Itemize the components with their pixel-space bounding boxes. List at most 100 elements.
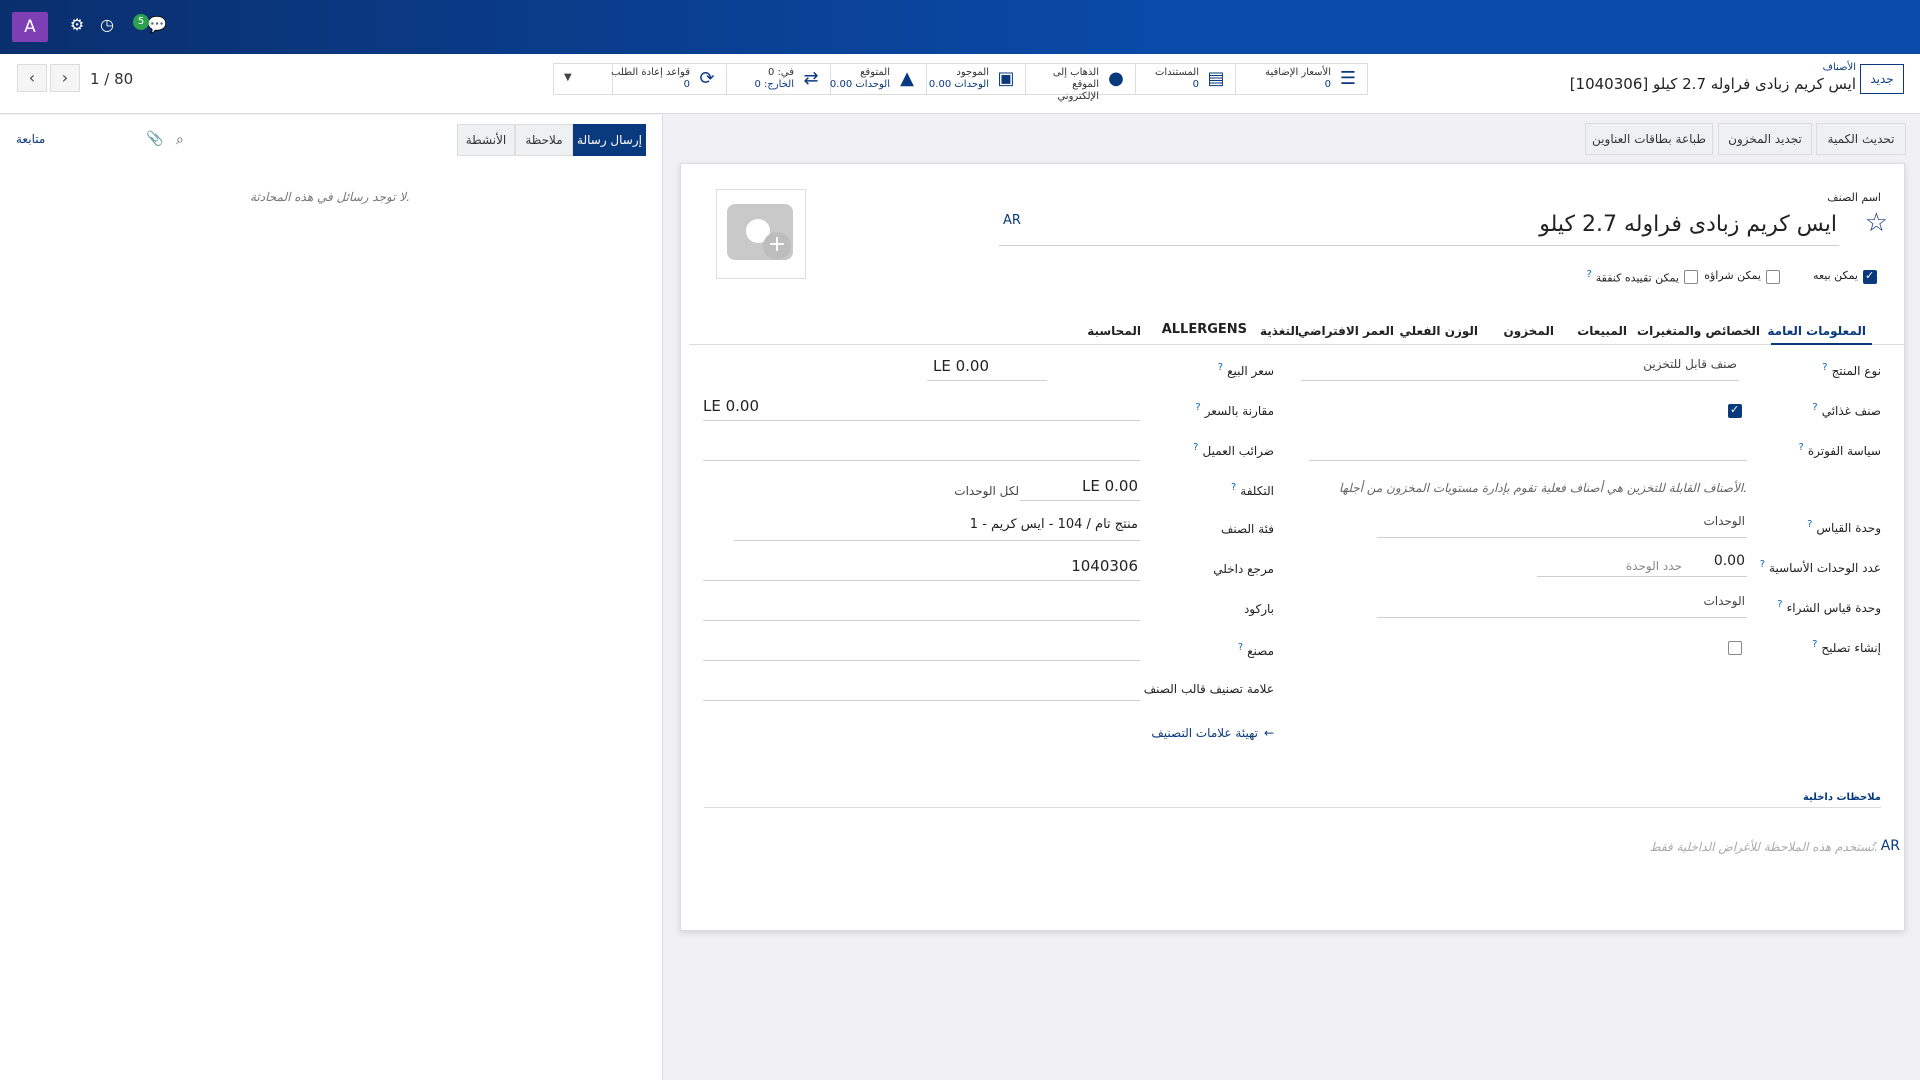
compare-price-field[interactable]: LE 0.00 [703,397,1140,421]
send-message-button[interactable]: إرسال رسالة [573,124,646,156]
stat-go-to-website[interactable]: ● الذهاب إلى الموقع الإلكتروني [1025,64,1135,102]
internal-notes-field[interactable]: تُستخدم هذه الملاحظة للأغراض الداخلية فق… [1649,840,1878,854]
list-icon: ☰ [1339,68,1357,89]
tab-nutrition[interactable]: التغذية [1260,324,1299,338]
uom-field[interactable]: الوحدات [1377,514,1747,538]
base-units-label: ? عدد الوحدات الأساسية [1759,559,1881,575]
pager-prev-button[interactable]: ‹ [17,64,47,92]
food-item-checkbox[interactable] [1728,403,1742,418]
invoice-policy-label: ? سياسة الفوترة [1798,442,1881,458]
create-repair-checkbox[interactable] [1728,641,1742,655]
product-name-lang-button[interactable]: AR [1003,213,1021,228]
search-icon[interactable]: ⌕ [176,132,184,148]
sale-price-label: ? سعر البيع [1217,362,1274,378]
activities-button[interactable]: الأنشطة [457,124,515,156]
paperclip-icon[interactable]: 📎 [146,131,163,147]
breadcrumb-current: [1040306] ايس كريم زبادى فراوله 2.7 كيلو [1569,75,1856,93]
cost-label: ? التكلفة [1230,482,1274,498]
globe-icon: ● [1108,68,1124,89]
template-tags-label: علامة تصنيف قالب الصنف [1143,682,1274,696]
tab-accounting[interactable]: المحاسبة [1087,324,1141,338]
log-note-button[interactable]: ملاحظة [515,124,573,156]
sale-price-field[interactable]: LE 0.00 [927,357,1047,381]
chatter-panel: إرسال رسالة ملاحظة الأنشطة ⌕ 📎 متابعة لا… [0,115,663,1080]
create-repair-label: ? إنشاء تصليح [1812,639,1881,655]
stat-forecasted[interactable]: ▲ المتوقع 0.00 الوحدات [830,64,926,94]
breadcrumb: الأصناف [1040306] ايس كريم زبادى فراوله … [1570,62,1856,93]
barcode-field[interactable] [703,597,1140,621]
stat-documents[interactable]: ▤ المستندات 0 [1135,64,1235,94]
clock-icon[interactable]: ◷ [96,14,118,36]
configure-tags-link[interactable]: تهيئة علامات التصنيف ← [1151,726,1274,740]
purchase-uom-field[interactable]: الوحدات [1377,594,1747,618]
stat-dropdown-button[interactable]: ▼ [554,64,612,94]
stat-reorder-rules[interactable]: ⟳ قواعد إعادة الطلب 0 [611,64,726,94]
refresh-icon: ⟳ [699,68,715,89]
breadcrumb-parent[interactable]: الأصناف [1570,62,1856,73]
arrow-left-icon: ← [1263,726,1274,740]
food-item-label: ? صنف غذائي [1812,402,1881,418]
pager-next-button[interactable]: › [50,64,80,92]
update-quantity-button[interactable]: تحديث الكمية [1816,123,1906,155]
template-tags-field[interactable] [703,677,1140,701]
pager-value[interactable]: 1 / 80 [90,70,133,88]
manufacturer-label: ? مصنع [1237,642,1274,658]
notes-lang-button[interactable]: AR [1881,838,1900,854]
invoice-policy-field[interactable] [1309,437,1747,461]
can-sell-checkbox[interactable] [1863,269,1877,284]
category-field[interactable]: 1 - منتج تام / 104 - ايس كريم [734,517,1140,541]
tab-sales[interactable]: المبيعات [1577,324,1627,338]
category-label: فئة الصنف [1220,522,1274,536]
cost-unit-text: لكل الوحدات [954,484,1019,498]
stat-on-hand[interactable]: ▣ الموجود 0.00 الوحدات [926,64,1025,94]
customer-taxes-field[interactable] [703,437,1140,461]
internal-ref-field[interactable]: 1040306 [703,557,1140,581]
chat-icon[interactable]: 💬 [146,14,168,36]
uom-label: ? وحدة القياس [1807,519,1881,535]
document-icon: ▤ [1207,68,1225,89]
cost-field[interactable]: LE 0.00 [1020,477,1140,501]
no-messages-text: لا توجد رسائل في هذه المحادثة. [250,190,411,204]
manufacturer-field[interactable] [703,637,1140,661]
apps-icon[interactable]: ⚙ [66,14,88,36]
can-sell-label: يمكن بيعه [1813,269,1858,282]
product-type-label: ? نوع المنتج [1822,362,1881,378]
can-buy-checkbox[interactable] [1766,270,1780,284]
control-panel: ‹ › 1 / 80 ▼ ⟳ قواعد إعادة الطلب 0 ⇄ في:… [0,54,1920,114]
can-buy-label: يمكن شراؤه [1704,269,1761,282]
form-sheet: + اسم الصنف ☆ ايس كريم زبادى فراوله 2.7 … [680,163,1905,931]
internal-ref-label: مرجع داخلي [1213,562,1274,576]
tab-actual-weight[interactable]: الوزن الفعلي [1399,324,1478,338]
tab-inventory[interactable]: المخزون [1504,324,1554,338]
caret-down-icon: ▼ [564,72,572,83]
cubes-icon: ▣ [997,68,1015,89]
favorite-star-icon[interactable]: ☆ [1865,208,1888,238]
tab-shelf-life[interactable]: العمر الافتراضي [1298,324,1394,338]
print-labels-button[interactable]: طباعة بطاقات العناوين [1585,123,1713,155]
top-navbar: A ⚙ ◷ 💬 5 [0,0,1920,54]
tab-general-info[interactable]: المعلومات العامة [1767,324,1866,338]
barcode-label: باركود [1243,602,1274,616]
stat-extra-prices[interactable]: ☰ الأسعار الإضافية 0 [1235,64,1367,94]
customer-taxes-label: ? ضرائب العميل [1193,442,1274,458]
follow-button[interactable]: متابعة [16,132,45,146]
new-button[interactable]: جديد [1860,64,1904,94]
purchase-uom-label: ? وحدة قياس الشراء [1777,599,1881,615]
tab-attributes-variants[interactable]: الخصائص والمتغيرات [1637,324,1760,338]
user-avatar[interactable]: A [12,12,48,42]
can-expense-label: ? يمكن تقييده كنفقة [1586,269,1679,285]
can-expense-checkbox[interactable] [1684,270,1698,284]
product-name-label: اسم الصنف [1827,191,1881,204]
product-image[interactable]: + [716,189,806,279]
area-chart-icon: ▲ [900,68,914,89]
base-units-unit-placeholder[interactable]: حدد الوحدة [1626,559,1682,573]
product-name-field[interactable]: ايس كريم زبادى فراوله 2.7 كيلو [999,212,1839,246]
chat-count-badge: 5 [133,14,149,30]
internal-notes-title: ملاحظات داخلية [1802,792,1881,803]
replenish-button[interactable]: تجديد المخزون [1718,123,1812,155]
product-type-field[interactable]: صنف قابل للتخزين [1301,357,1739,381]
compare-price-label: ? مقارنة بالسعر [1195,402,1274,418]
stat-in-out[interactable]: ⇄ في: 0 الخارج: 0 [726,64,830,94]
tab-allergens[interactable]: ALLERGENS [1162,322,1247,337]
storable-note: الأصناف القابلة للتخزين هي أصناف فعلية ت… [1339,481,1747,495]
